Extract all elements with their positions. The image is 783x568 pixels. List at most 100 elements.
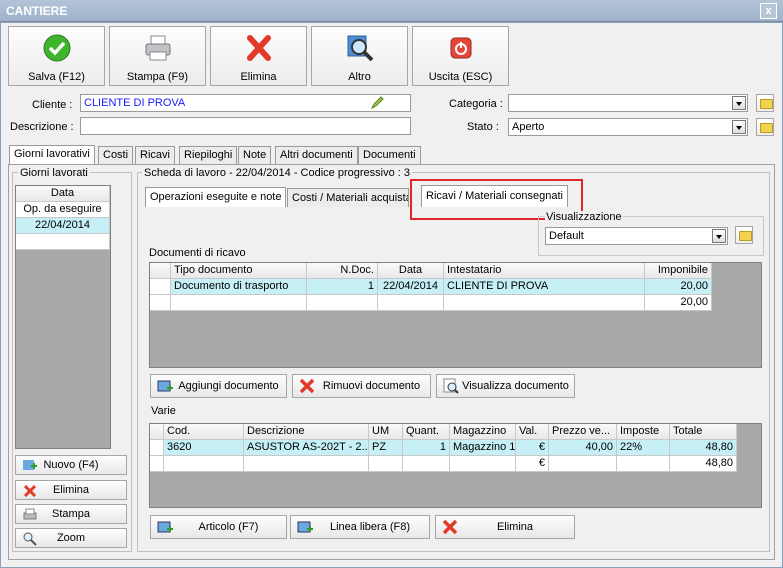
col-header: Val. (516, 424, 549, 440)
list-item[interactable]: 22/04/2014 (16, 218, 110, 234)
x-icon (247, 35, 271, 61)
documenti-ricavo-label: Documenti di ricavo (149, 247, 246, 259)
empty-cell (171, 295, 307, 311)
rimuovi-documento-label: Rimuovi documento (322, 380, 421, 392)
categoria-label: Categoria : (449, 98, 503, 110)
stato-select[interactable]: Aperto (508, 118, 748, 136)
empty-cell (244, 456, 369, 472)
tab-giorni-lavorativi[interactable]: Giorni lavorativi (9, 145, 95, 165)
check-icon (43, 34, 71, 62)
empty-cell (403, 456, 450, 472)
window-title: CANTIERE (6, 4, 68, 18)
visualizzazione-label: Visualizzazione (545, 211, 623, 223)
folder-icon[interactable] (756, 118, 774, 136)
linea-libera-button[interactable]: Linea libera (F8) (290, 515, 430, 539)
nuovo-button[interactable]: Nuovo (F4) (15, 455, 127, 475)
scheda-title: Scheda di lavoro - 22/04/2014 - Codice p… (142, 167, 412, 179)
list-item-label: 22/04/2014 (16, 218, 110, 234)
visualizza-documento-label: Visualizza documento (462, 380, 569, 392)
subtab-costi-materiali[interactable]: Costi / Materiali acquistati (287, 188, 409, 207)
folder-icon[interactable] (735, 226, 753, 244)
table-cell: 20,00 (645, 279, 712, 295)
table-cell: 1 (403, 440, 450, 456)
nuovo-label: Nuovo (F4) (43, 459, 99, 471)
exit-button[interactable]: Uscita (ESC) (412, 26, 509, 86)
visualizzazione-value: Default (549, 230, 584, 242)
table-cell: Documento di trasporto (171, 279, 307, 295)
empty-cell (378, 295, 444, 311)
empty-cell (150, 295, 171, 311)
print-label: Stampa (F9) (126, 71, 189, 83)
varie-total: 48,80 (670, 456, 737, 472)
close-button[interactable]: x (760, 3, 777, 19)
delete-button[interactable]: Elimina (210, 26, 307, 86)
tab-riepiloghi[interactable]: Riepiloghi (179, 146, 238, 164)
elimina-riga-button[interactable]: Elimina (435, 515, 575, 539)
visualizza-documento-button[interactable]: Visualizza documento (436, 374, 575, 398)
table-cell: ASUSTOR AS-202T - 2... (244, 440, 369, 456)
col-header: Intestatario (444, 263, 645, 279)
tab-note[interactable]: Note (238, 146, 272, 164)
tab-costi[interactable]: Costi (98, 146, 134, 164)
col-header: N.Doc. (307, 263, 378, 279)
data-header: Data (16, 186, 110, 202)
table-cell: PZ (369, 440, 403, 456)
chevron-down-icon[interactable] (732, 96, 746, 110)
row-selector[interactable] (150, 279, 171, 295)
col-header: Data (378, 263, 444, 279)
subtab-operazioni[interactable]: Operazioni eseguite e note (145, 187, 287, 207)
tab-documenti[interactable]: Documenti (358, 146, 421, 164)
list-item[interactable]: Op. da eseguire (16, 202, 110, 218)
descrizione-field[interactable] (80, 117, 411, 135)
empty-cell (307, 295, 378, 311)
table-cell: 22/04/2014 (378, 279, 444, 295)
save-button[interactable]: Salva (F12) (8, 26, 105, 86)
col-header: Magazzino (450, 424, 516, 440)
table-cell: 3620 (164, 440, 244, 456)
stampa-giorno-label: Stampa (52, 508, 90, 520)
other-button[interactable]: Altro (311, 26, 408, 86)
power-icon (450, 37, 472, 59)
categoria-select[interactable] (508, 94, 748, 112)
giorni-grid: Data Op. da eseguire 22/04/2014 (15, 185, 111, 449)
table-row[interactable]: Documento di trasporto 1 22/04/2014 CLIE… (150, 279, 712, 295)
row-selector[interactable] (150, 440, 164, 456)
visualizzazione-select[interactable]: Default (545, 227, 728, 245)
empty-cell (617, 456, 670, 472)
zoom-button[interactable]: Zoom (15, 528, 127, 548)
col-header: Descrizione (244, 424, 369, 440)
tab-altri-documenti[interactable]: Altri documenti (275, 146, 358, 164)
exit-label: Uscita (ESC) (428, 71, 493, 83)
table-cell: 40,00 (549, 440, 617, 456)
print-button[interactable]: Stampa (F9) (109, 26, 206, 86)
col-header: Cod. (164, 424, 244, 440)
total-row: 20,00 (150, 295, 712, 311)
col-header: UM (369, 424, 403, 440)
giorni-group-label: Giorni lavorati (18, 167, 90, 179)
varie-label: Varie (151, 405, 176, 417)
table-cell: CLIENTE DI PROVA (444, 279, 645, 295)
table-row[interactable]: 3620 ASUSTOR AS-202T - 2... PZ 1 Magazzi… (150, 440, 737, 456)
table-cell: € (516, 440, 549, 456)
table-header: Cod. Descrizione UM Quant. Magazzino Val… (150, 424, 737, 440)
pencil-icon[interactable] (370, 96, 384, 110)
save-label: Salva (F12) (28, 71, 85, 83)
row-selector-header (150, 263, 171, 279)
cliente-field[interactable]: CLIENTE DI PROVA (80, 94, 411, 112)
aggiungi-documento-button[interactable]: Aggiungi documento (150, 374, 287, 398)
elimina-giorno-button[interactable]: Elimina (15, 480, 127, 500)
title-bar: CANTIERE x (0, 0, 783, 22)
stampa-giorno-button[interactable]: Stampa (15, 504, 127, 524)
chevron-down-icon[interactable] (732, 120, 746, 134)
zoom-label: Zoom (56, 532, 86, 544)
table-header: Data (16, 186, 110, 202)
articolo-button[interactable]: Articolo (F7) (150, 515, 287, 539)
folder-icon[interactable] (756, 94, 774, 112)
rimuovi-documento-button[interactable]: Rimuovi documento (292, 374, 431, 398)
list-item-empty[interactable] (16, 234, 110, 250)
tab-ricavi[interactable]: Ricavi (135, 146, 175, 164)
descrizione-label: Descrizione : (10, 121, 74, 133)
empty-cell (450, 456, 516, 472)
stato-value: Aperto (512, 121, 545, 133)
chevron-down-icon[interactable] (712, 229, 726, 243)
